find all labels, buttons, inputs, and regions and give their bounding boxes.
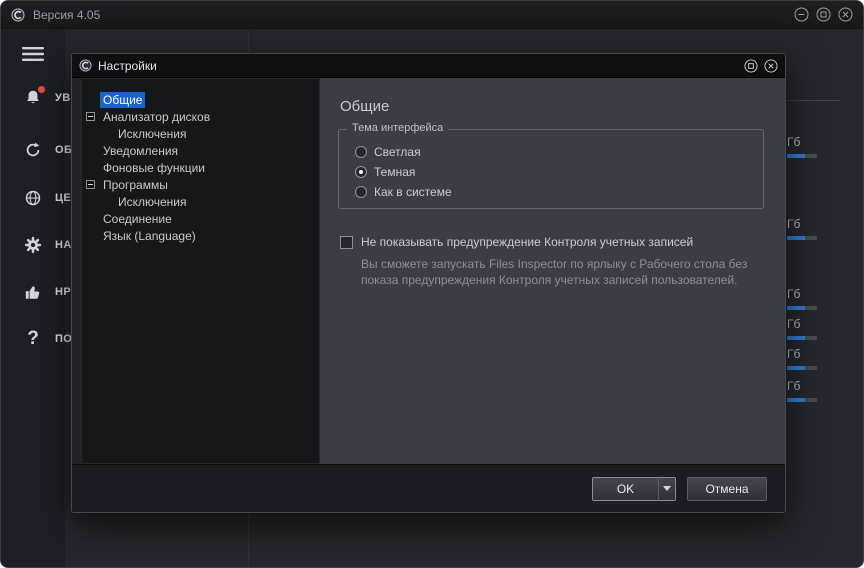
sidebar-item-settings[interactable]: НА [1,234,71,256]
tree-item-analyzer-exclusions[interactable]: Исключения [82,125,319,142]
uac-description: Вы сможете запускать Files Inspector по … [361,257,748,288]
sidebar-item-rate[interactable]: НР [1,281,71,303]
tree-item-notifications[interactable]: Уведомления [82,142,319,159]
tree-item-connection[interactable]: Соединение [82,210,319,227]
checkbox-icon [340,235,353,249]
progress-bar [787,336,817,340]
progress-bar [787,366,817,370]
groupbox-legend: Тема интерфейса [347,122,449,134]
dialog-close-button[interactable] [764,59,778,73]
settings-dialog: Настройки Общие Анализатор дисков Исключ… [71,53,786,513]
tree-item-background-functions[interactable]: Фоновые функции [82,159,319,176]
dialog-controls [744,59,778,73]
settings-tree: Общие Анализатор дисков Исключения Уведо… [81,78,320,464]
uac-checkbox-row[interactable]: Не показывать предупреждение Контроля уч… [340,235,785,249]
menu-icon [22,46,44,62]
help-icon: ? [27,328,39,349]
dialog-footer: OK Отмена [72,464,785,512]
globe-icon [24,189,42,207]
theme-groupbox: Тема интерфейса Светлая Темная Как в сис… [338,122,764,209]
maximize-button[interactable] [816,7,831,22]
sidebar-item-label: НР [55,286,72,298]
radio-checked-icon [355,166,367,178]
sidebar-item-update[interactable]: ОБ [1,139,72,161]
collapse-icon[interactable] [86,112,95,121]
list-item-size: Гб [787,215,817,240]
close-button[interactable] [838,7,853,22]
gear-icon [24,236,42,254]
sidebar: УВ ОБ ЦЕ НА НР ? ПО [1,29,72,567]
list-item-size: Гб [787,133,817,158]
ok-split-button: OK [592,476,676,501]
list-item-size: Гб [787,377,817,402]
titlebar: Версия 4.05 [1,1,863,29]
window-title: Версия 4.05 [33,7,101,22]
progress-bar [787,154,817,158]
dropdown-arrow-icon [663,486,671,491]
sidebar-item-help[interactable]: ? ПО [1,328,72,350]
dialog-logo-icon [79,59,92,72]
list-item-size: Гб [787,345,817,370]
sidebar-item-label: УВ [55,92,71,104]
tree-item-general[interactable]: Общие [82,91,319,108]
progress-bar [787,398,817,402]
ok-button[interactable]: OK [592,476,658,501]
sidebar-item-center[interactable]: ЦЕ [1,187,71,209]
collapse-icon[interactable] [86,180,95,189]
app-window: Версия 4.05 УВ ОБ ЦЕ НА НР ? ПО Гб Гб Гб… [0,0,864,568]
radio-icon [355,146,367,158]
tree-item-programs-exclusions[interactable]: Исключения [82,193,319,210]
sync-icon [24,141,42,159]
sidebar-item-label: ЦЕ [55,192,72,204]
notification-badge [38,86,45,93]
progress-bar [787,236,817,240]
page-title: Общие [340,98,390,115]
progress-bar [787,306,817,310]
minimize-button[interactable] [794,7,809,22]
cancel-button[interactable]: Отмена [687,476,767,501]
app-logo-icon [11,8,25,22]
dialog-maximize-button[interactable] [744,59,758,73]
settings-panel: Общие Тема интерфейса Светлая Темная Как… [320,78,785,464]
dialog-title: Настройки [98,58,157,73]
theme-option-system[interactable]: Как в системе [355,182,763,202]
tree-item-programs[interactable]: Программы [82,176,319,193]
dialog-body: Общие Анализатор дисков Исключения Уведо… [72,78,785,464]
dialog-titlebar: Настройки [72,54,785,78]
window-controls [794,7,853,22]
bell-icon [24,86,45,107]
list-item-size: Гб [787,315,817,340]
sidebar-item-label: ОБ [55,144,73,156]
theme-option-light[interactable]: Светлая [355,142,763,162]
background-separator [788,100,840,101]
theme-option-dark[interactable]: Темная [355,162,763,182]
sidebar-item-menu[interactable] [1,43,65,65]
sidebar-item-label: НА [55,239,72,251]
thumb-up-icon [24,283,42,301]
radio-icon [355,186,367,198]
sidebar-item-label: ПО [55,333,73,345]
ok-dropdown-button[interactable] [658,476,676,501]
sidebar-item-notifications[interactable]: УВ [1,86,70,109]
tree-item-disk-analyzer[interactable]: Анализатор дисков [82,108,319,125]
list-item-size: Гб [787,285,817,310]
tree-item-language[interactable]: Язык (Language) [82,227,319,244]
